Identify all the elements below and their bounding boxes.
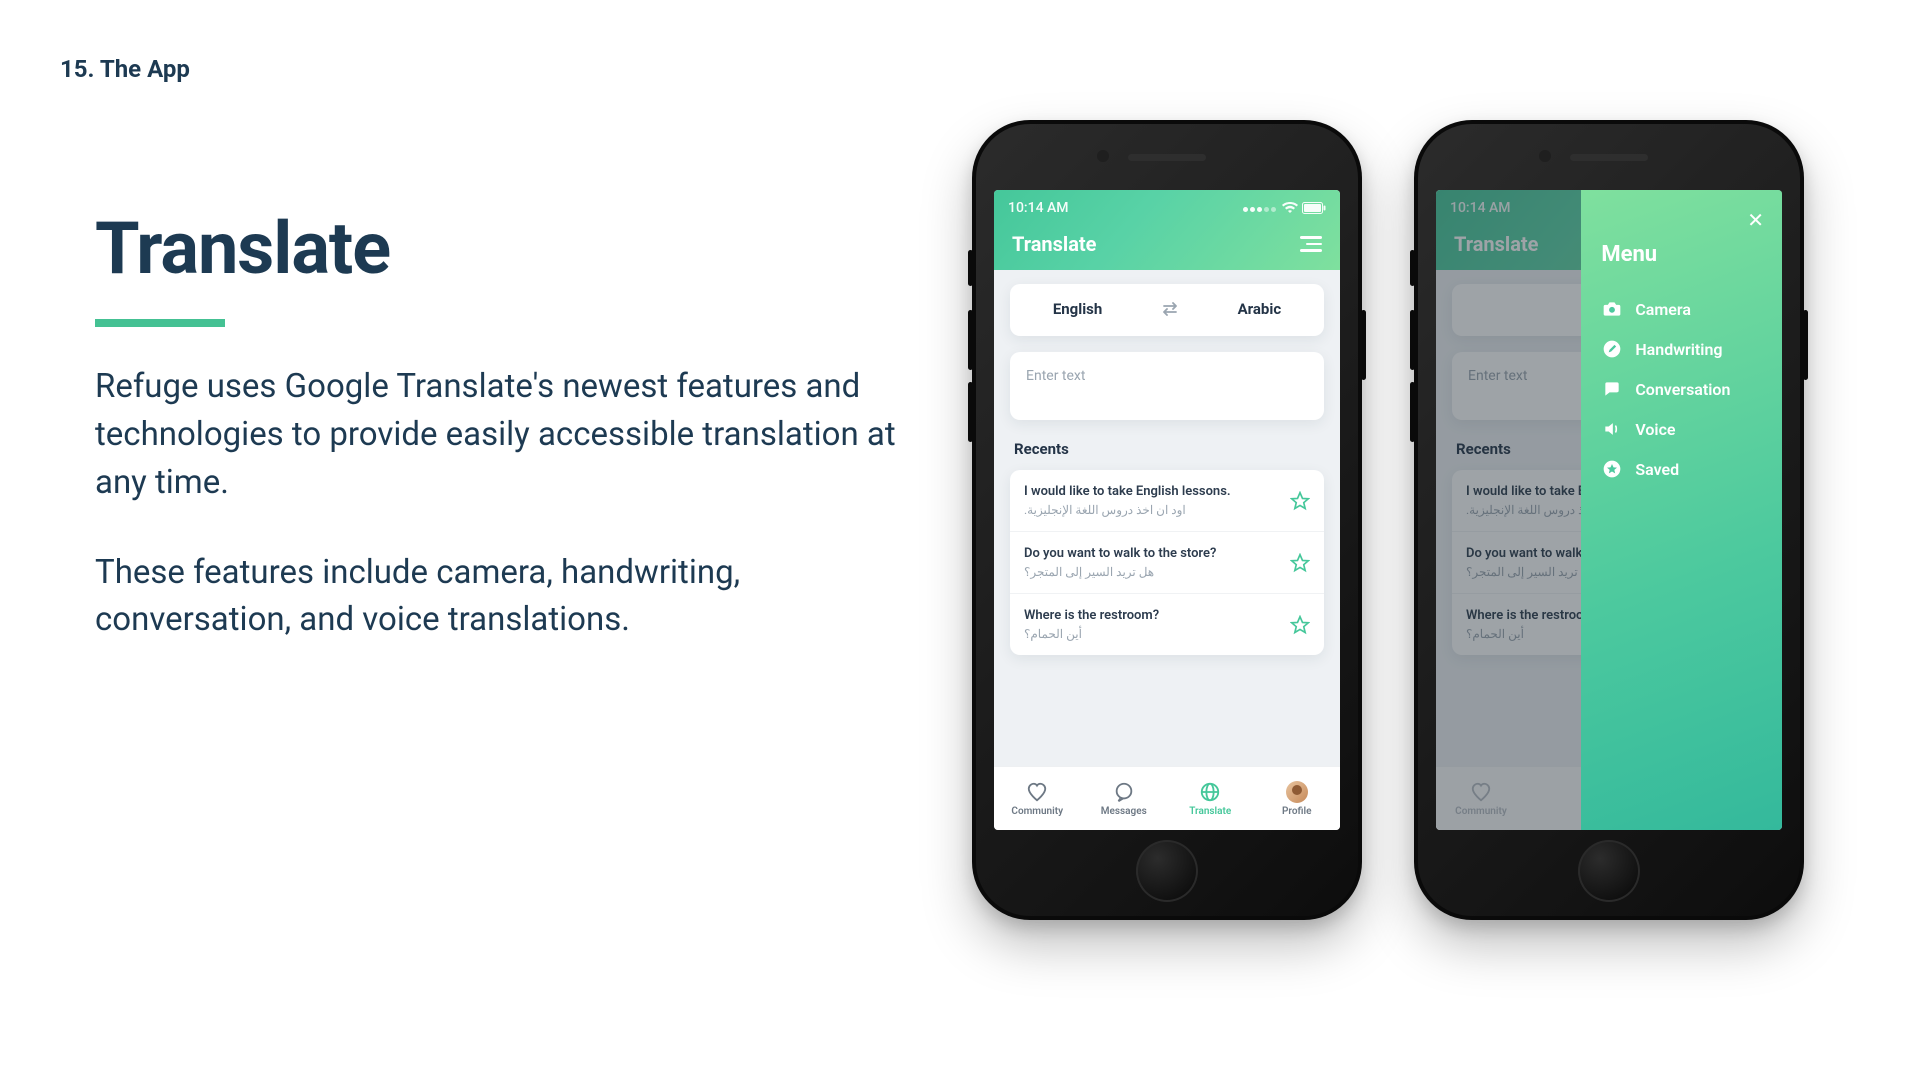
tab-translate[interactable]: Translate [1167,767,1254,830]
tab-label: Profile [1282,806,1312,817]
wifi-icon [1282,202,1298,214]
tab-profile[interactable]: Profile [1254,767,1341,830]
body-paragraph-1: Refuge uses Google Translate's newest fe… [95,363,915,507]
menu-icon[interactable] [1300,236,1322,252]
battery-icon [1302,202,1326,214]
chat-icon [1601,378,1623,400]
signal-dots-icon [1243,200,1278,216]
text-column: Translate Refuge uses Google Translate's… [95,206,915,644]
screen-title: Translate [1012,232,1096,256]
recents-label: Recents [1014,440,1320,458]
recent-item[interactable]: I would like to take English lessons. او… [1010,470,1324,532]
tab-label: Messages [1101,806,1147,817]
tab-community[interactable]: Community [994,767,1081,830]
recent-en: Do you want to walk to the store? [1024,546,1216,561]
title-underline [95,319,225,327]
recent-ar: أين الحمام؟ [1024,627,1159,641]
menu-item-label: Conversation [1635,380,1730,399]
phone-mockup-2: 10:14 AM Translate English Enter text Re… [1414,120,1804,920]
menu-item-label: Camera [1635,300,1691,319]
recent-ar: هل تريد السير إلى المتجر؟ [1024,565,1216,579]
tab-bar: Community Messages Translate Profile [994,766,1340,830]
language-selector-card[interactable]: English Arabic [1010,284,1324,336]
menu-drawer: ✕ Menu Camera Handwriting Conversation V… [1581,190,1782,830]
menu-item-saved[interactable]: Saved [1601,449,1762,489]
star-icon[interactable] [1290,491,1310,511]
language-to[interactable]: Arabic [1238,300,1282,318]
language-from[interactable]: English [1053,300,1102,318]
translate-input[interactable]: Enter text [1010,352,1324,420]
menu-item-voice[interactable]: Voice [1601,409,1762,449]
close-icon[interactable]: ✕ [1747,208,1764,232]
recent-item[interactable]: Do you want to walk to the store? هل تري… [1010,532,1324,594]
camera-icon [1601,298,1623,320]
recent-item[interactable]: Where is the restroom? أين الحمام؟ [1010,594,1324,655]
menu-item-label: Handwriting [1635,340,1722,359]
phone-mockup-1: 10:14 AM Translate English [972,120,1362,920]
pencil-icon [1601,338,1623,360]
status-bar: 10:14 AM [994,190,1340,222]
tab-label: Community [1011,806,1063,817]
speaker-icon [1601,418,1623,440]
swap-icon[interactable] [1160,302,1180,316]
star-icon[interactable] [1290,615,1310,635]
star-icon [1601,458,1623,480]
menu-item-conversation[interactable]: Conversation [1601,369,1762,409]
menu-item-label: Saved [1635,460,1679,479]
tab-label: Translate [1189,806,1231,817]
page-number-label: 15. The App [60,55,190,83]
phone-2-screen: 10:14 AM Translate English Enter text Re… [1436,190,1782,830]
menu-item-handwriting[interactable]: Handwriting [1601,329,1762,369]
tab-messages[interactable]: Messages [1081,767,1168,830]
app-header: 10:14 AM Translate [994,190,1340,270]
status-indicators [1243,200,1326,216]
recent-ar: اود ان اخذ دروس اللغة الإنجليزية. [1024,503,1231,517]
body-paragraph-2: These features include camera, handwriti… [95,549,915,645]
recents-list: I would like to take English lessons. او… [1010,470,1324,655]
menu-title: Menu [1601,242,1762,267]
phone-1-screen: 10:14 AM Translate English [994,190,1340,830]
body-text: Refuge uses Google Translate's newest fe… [95,363,915,644]
avatar-icon [1286,781,1308,803]
star-icon[interactable] [1290,553,1310,573]
page-title: Translate [95,206,915,291]
menu-item-label: Voice [1635,420,1675,439]
recent-en: I would like to take English lessons. [1024,484,1231,499]
menu-item-camera[interactable]: Camera [1601,289,1762,329]
recent-en: Where is the restroom? [1024,608,1159,623]
status-time: 10:14 AM [1008,200,1069,216]
